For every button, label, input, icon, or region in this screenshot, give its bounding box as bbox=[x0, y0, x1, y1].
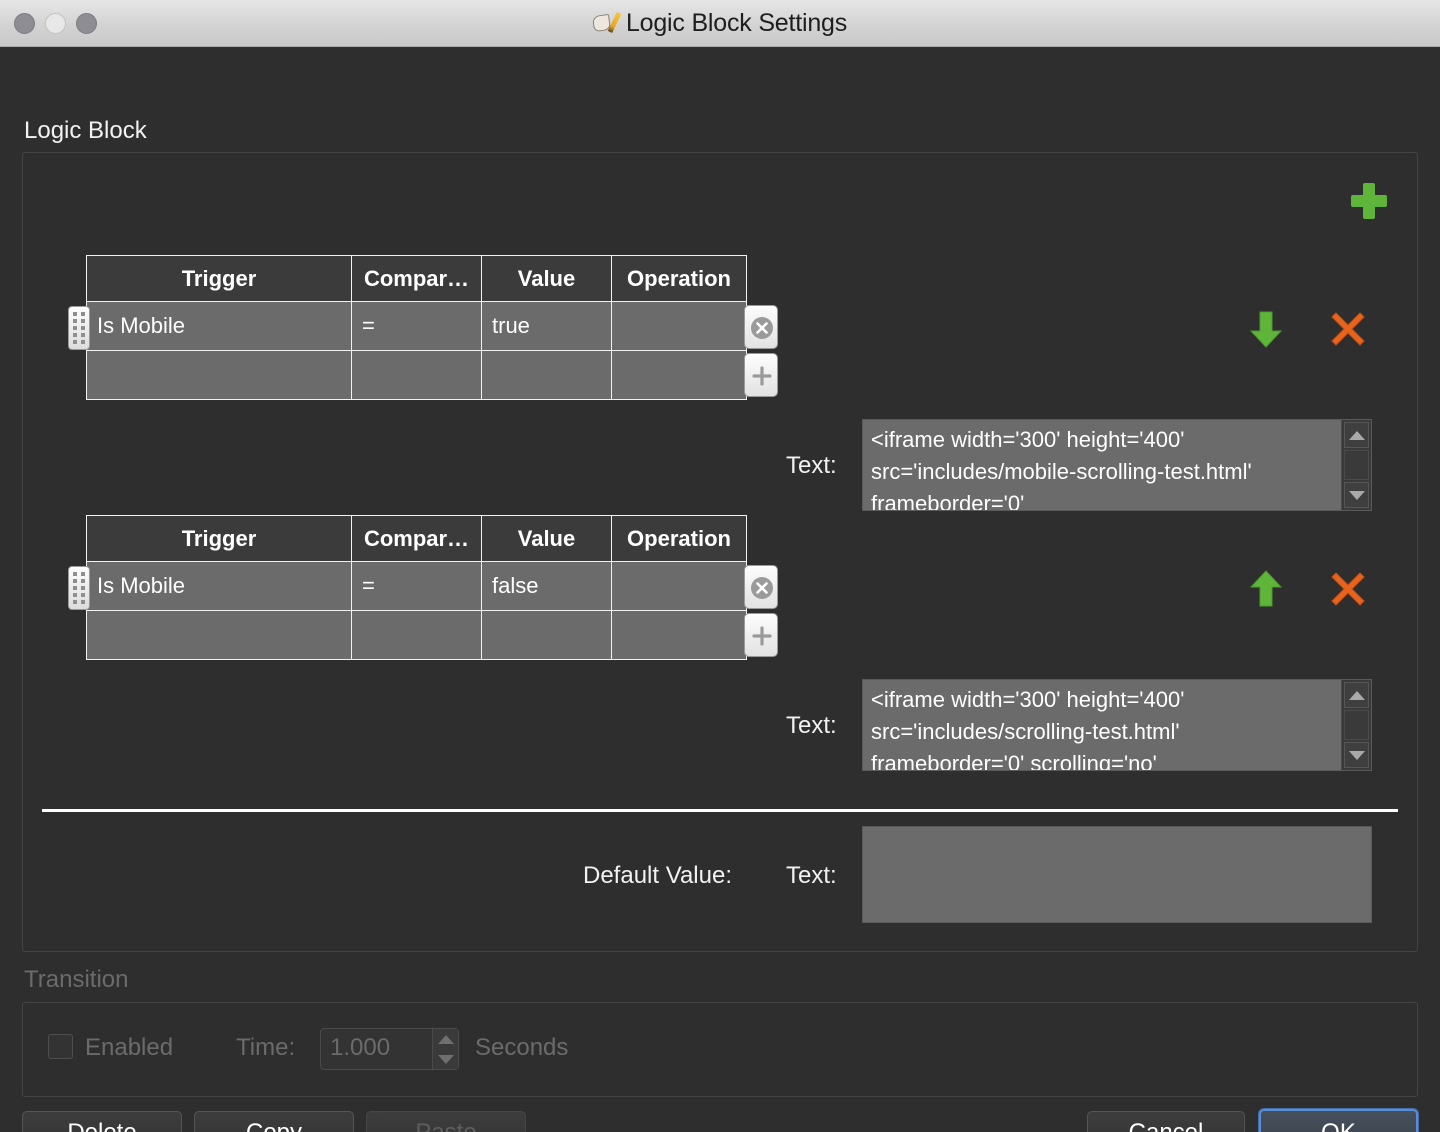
rule-text-input-1[interactable]: <iframe width='300' height='400' src='in… bbox=[862, 419, 1372, 511]
header-value[interactable]: Value bbox=[481, 515, 612, 562]
cell-value-empty[interactable] bbox=[481, 610, 612, 660]
rule-text-value-2[interactable]: <iframe width='300' height='400' src='in… bbox=[863, 680, 1341, 770]
transition-time-value[interactable]: 1.000 bbox=[321, 1029, 432, 1069]
header-comparison[interactable]: Compar… bbox=[351, 515, 482, 562]
header-comparison[interactable]: Compar… bbox=[351, 255, 482, 302]
stepper-arrows[interactable] bbox=[432, 1029, 458, 1069]
dialog-body: Logic Block Trigger Compar… Value Operat… bbox=[0, 47, 1440, 1132]
cell-comparison[interactable]: = bbox=[351, 301, 482, 351]
text-label-2: Text: bbox=[786, 712, 837, 739]
default-text-label: Text: bbox=[786, 862, 837, 889]
header-trigger[interactable]: Trigger bbox=[86, 515, 352, 562]
transition-time-label: Time: bbox=[236, 1034, 296, 1061]
table-row[interactable]: Is Mobile = false bbox=[86, 561, 747, 611]
cell-operation[interactable] bbox=[611, 301, 747, 351]
scroll-track[interactable] bbox=[1344, 710, 1369, 740]
table-header-row: Trigger Compar… Value Operation bbox=[86, 515, 747, 562]
traffic-light-group bbox=[14, 12, 97, 34]
scroll-up-icon[interactable] bbox=[1344, 682, 1369, 708]
rule-text-value-1[interactable]: <iframe width='300' height='400' src='in… bbox=[863, 420, 1341, 510]
orange-x-icon[interactable] bbox=[1325, 566, 1371, 612]
arrow-up-icon[interactable] bbox=[1243, 566, 1289, 612]
cell-trigger-empty[interactable] bbox=[86, 610, 352, 660]
window-title: Logic Block Settings bbox=[625, 8, 848, 37]
cell-trigger[interactable]: Is Mobile bbox=[86, 561, 352, 611]
cell-operation-empty[interactable] bbox=[611, 610, 747, 660]
rule-text-input-2[interactable]: <iframe width='300' height='400' src='in… bbox=[862, 679, 1372, 771]
text-label-1: Text: bbox=[786, 452, 837, 479]
rule-table-2: Trigger Compar… Value Operation Is Mobil… bbox=[86, 515, 747, 660]
stepper-up-icon[interactable] bbox=[437, 1034, 454, 1044]
transition-section-label: Transition bbox=[24, 966, 129, 993]
transition-panel bbox=[22, 1002, 1418, 1097]
table-row-empty[interactable] bbox=[86, 610, 747, 660]
zoom-button[interactable] bbox=[76, 12, 97, 34]
circle-x-icon[interactable] bbox=[744, 565, 778, 609]
logic-block-section-label: Logic Block bbox=[24, 117, 147, 144]
ok-button[interactable]: OK bbox=[1259, 1109, 1418, 1132]
transition-seconds-label: Seconds bbox=[475, 1034, 569, 1061]
cell-value-empty[interactable] bbox=[481, 350, 612, 400]
cancel-button[interactable]: Cancel bbox=[1087, 1111, 1245, 1132]
rule-table-1: Trigger Compar… Value Operation Is Mobil… bbox=[86, 255, 747, 400]
plus-icon[interactable] bbox=[744, 353, 778, 397]
arrow-down-icon[interactable] bbox=[1243, 306, 1289, 352]
cell-value[interactable]: true bbox=[481, 301, 612, 351]
window-title-area: Logic Block Settings bbox=[0, 9, 1440, 38]
default-value-label: Default Value: bbox=[583, 862, 732, 889]
cell-value[interactable]: false bbox=[481, 561, 612, 611]
scroll-down-icon[interactable] bbox=[1344, 742, 1369, 768]
window-titlebar: Logic Block Settings bbox=[0, 0, 1440, 47]
minimize-button[interactable] bbox=[45, 12, 66, 34]
drag-dots-icon[interactable] bbox=[68, 566, 90, 610]
orange-x-icon[interactable] bbox=[1325, 306, 1371, 352]
delete-button[interactable]: Delete bbox=[22, 1111, 182, 1132]
add-rule-button[interactable] bbox=[1349, 181, 1389, 221]
scroll-down-icon[interactable] bbox=[1344, 482, 1369, 508]
cell-operation[interactable] bbox=[611, 561, 747, 611]
close-button[interactable] bbox=[14, 12, 35, 34]
table-row-empty[interactable] bbox=[86, 350, 747, 400]
scroll-track[interactable] bbox=[1344, 450, 1369, 480]
default-value-text-input[interactable] bbox=[862, 826, 1372, 923]
transition-enabled-label: Enabled bbox=[85, 1034, 174, 1061]
app-bird-pencil-icon bbox=[591, 11, 622, 35]
header-trigger[interactable]: Trigger bbox=[86, 255, 352, 302]
scroll-up-icon[interactable] bbox=[1344, 422, 1369, 448]
cell-comparison-empty[interactable] bbox=[351, 610, 482, 660]
transition-enabled-checkbox[interactable] bbox=[48, 1034, 73, 1059]
cell-trigger[interactable]: Is Mobile bbox=[86, 301, 352, 351]
cell-trigger-empty[interactable] bbox=[86, 350, 352, 400]
header-operation[interactable]: Operation bbox=[611, 515, 747, 562]
copy-button[interactable]: Copy bbox=[194, 1111, 354, 1132]
cell-comparison[interactable]: = bbox=[351, 561, 482, 611]
section-divider bbox=[42, 809, 1398, 812]
circle-x-icon[interactable] bbox=[744, 305, 778, 349]
table-header-row: Trigger Compar… Value Operation bbox=[86, 255, 747, 302]
header-value[interactable]: Value bbox=[481, 255, 612, 302]
cell-comparison-empty[interactable] bbox=[351, 350, 482, 400]
stepper-down-icon[interactable] bbox=[437, 1054, 454, 1064]
paste-button: Paste bbox=[366, 1111, 526, 1132]
transition-time-stepper[interactable]: 1.000 bbox=[320, 1028, 459, 1070]
textarea-scrollbar-2[interactable] bbox=[1341, 680, 1371, 770]
cell-operation-empty[interactable] bbox=[611, 350, 747, 400]
plus-icon[interactable] bbox=[744, 613, 778, 657]
table-row[interactable]: Is Mobile = true bbox=[86, 301, 747, 351]
textarea-scrollbar-1[interactable] bbox=[1341, 420, 1371, 510]
drag-dots-icon[interactable] bbox=[68, 306, 90, 350]
header-operation[interactable]: Operation bbox=[611, 255, 747, 302]
